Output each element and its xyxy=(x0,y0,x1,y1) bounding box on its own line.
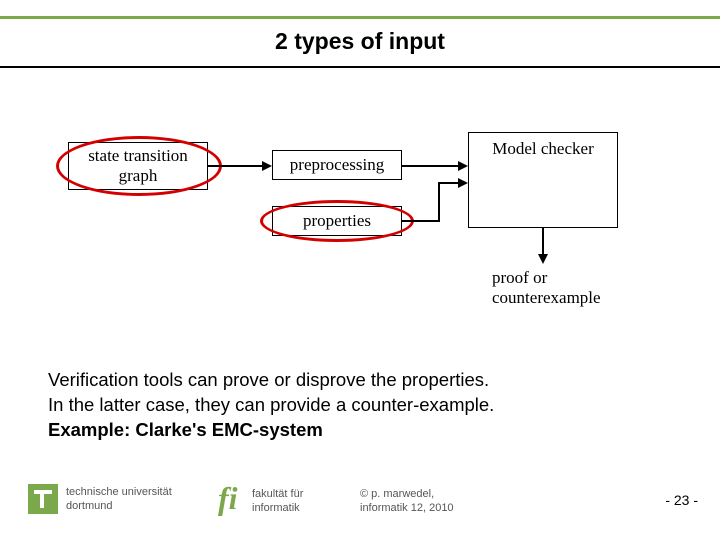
highlight-ellipse-state-transition xyxy=(56,136,222,196)
arrowhead-right-icon xyxy=(262,161,272,171)
connector xyxy=(402,220,440,222)
body-line: In the latter case, they can provide a c… xyxy=(48,393,680,418)
connector xyxy=(438,182,440,222)
footer-text: © p. marwedel, xyxy=(360,488,434,500)
highlight-ellipse-properties xyxy=(260,200,414,242)
connector xyxy=(208,165,264,167)
fi-logo-icon: fi xyxy=(218,480,238,517)
title-underline xyxy=(0,66,720,68)
faculty-name: fakultät für informatik xyxy=(252,488,303,516)
tu-logo-icon xyxy=(28,484,58,514)
body-paragraph: Verification tools can prove or disprove… xyxy=(48,368,680,443)
university-name: technische universität dortmund xyxy=(66,486,172,514)
box-preprocessing: preprocessing xyxy=(272,150,402,180)
diagram-area: state transition graph preprocessing pro… xyxy=(60,110,660,330)
arrowhead-right-icon xyxy=(458,178,468,188)
footer-text: informatik 12, 2010 xyxy=(360,502,454,514)
connector xyxy=(438,182,460,184)
output-label: proof or counterexample xyxy=(492,268,601,308)
top-accent-rule xyxy=(0,16,720,19)
arrowhead-down-icon xyxy=(538,254,548,264)
body-line: Verification tools can prove or disprove… xyxy=(48,368,680,393)
connector xyxy=(542,228,544,256)
slide-title: 2 types of input xyxy=(0,28,720,55)
footer: technische universität dortmund fi fakul… xyxy=(0,480,720,528)
connector xyxy=(402,165,460,167)
page-number: - 23 - xyxy=(665,492,698,508)
box-model-checker: Model checker xyxy=(468,132,618,228)
footer-text: dortmund xyxy=(66,500,112,512)
footer-text: technische universität xyxy=(66,486,172,498)
footer-text: fakultät für xyxy=(252,488,303,500)
arrowhead-right-icon xyxy=(458,161,468,171)
footer-text: informatik xyxy=(252,502,300,514)
copyright-text: © p. marwedel, informatik 12, 2010 xyxy=(360,488,454,516)
body-line-bold: Example: Clarke's EMC-system xyxy=(48,418,680,443)
